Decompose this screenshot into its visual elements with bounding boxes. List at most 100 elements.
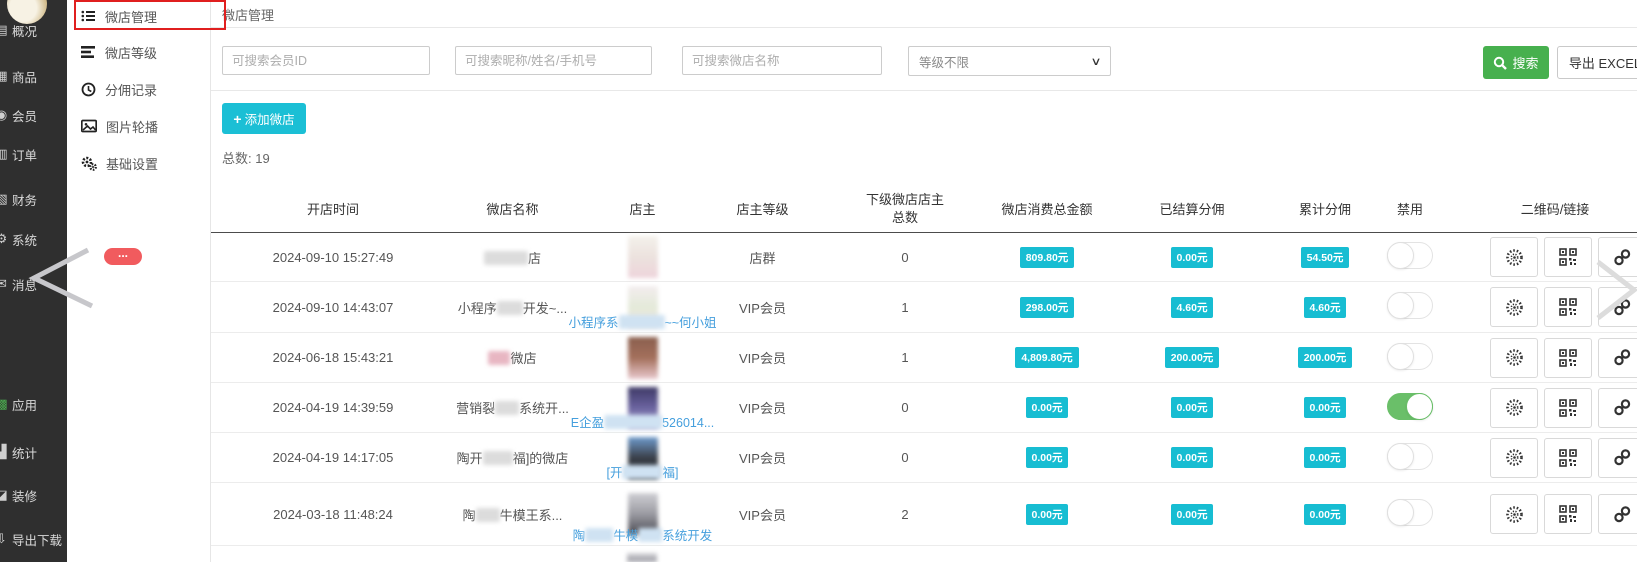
cumulative-commission-cell: 0.00元 [1290,447,1360,468]
disable-toggle[interactable] [1387,393,1433,420]
add-shop-button[interactable]: +添加微店 [222,103,306,134]
disable-toggle[interactable] [1387,242,1433,269]
disable-toggle[interactable] [1387,343,1433,370]
table-row: 2024-03-18 11:48:24陶牛模王系...陶牛模系统开发VIP会员2… [211,483,1637,546]
sidebar-item-label: 导出下载 [12,530,62,549]
text-fragment: 系统开... [519,401,569,416]
miniprogram-code-button[interactable] [1490,287,1538,327]
text-fragment: 小程序系 [568,316,618,330]
disable-toggle[interactable] [1387,499,1433,526]
qrcode-button[interactable] [1544,237,1592,277]
sidebar-item-message[interactable]: ✉消息 [0,274,67,294]
open-time: 2024-09-10 14:43:07 [211,300,455,315]
sidebar-item-decorate[interactable]: ◪装修 [0,485,67,505]
cumulative-commission-badge: 54.50元 [1301,247,1350,268]
column-header: 下级微店店主总数 [810,191,1000,226]
owner-cell: [开福] [570,433,715,482]
search-nickname-input[interactable] [455,46,652,75]
miniprogram-code-button[interactable] [1490,388,1538,428]
settled-commission-cell: 0.00元 [1094,504,1290,525]
link-button[interactable] [1598,494,1637,534]
text-fragment: 福] [663,466,679,480]
cumulative-commission-badge: 200.00元 [1298,347,1353,368]
miniprogram-code-icon [1505,248,1524,267]
consumption-total-badge: 0.00元 [1026,447,1069,468]
text-fragment: 牛模 [613,529,638,543]
qrcode-icon [1559,349,1577,367]
qrcode-button[interactable] [1544,287,1592,327]
open-time: 2024-06-18 15:43:21 [211,350,455,365]
table-row: 2024-04-19 14:17:05陶开福]的微店[开福]VIP会员00.00… [211,433,1637,483]
owner-cell: E企盈526014... [570,383,715,432]
sidebar-item-apps[interactable]: ▩应用 [0,394,67,414]
sidebar-item-goods[interactable]: ▦商品 [0,66,67,86]
shop-name: 微店 [455,348,570,367]
table-row: 2024-09-10 14:43:07小程序开发~...小程序系~~何小姐VIP… [211,282,1637,333]
qrcode-button[interactable] [1544,338,1592,378]
disable-cell [1360,443,1460,473]
sidebar-item-label: 商品 [12,67,37,86]
divider [211,90,1637,91]
search-button[interactable]: 搜索 [1483,46,1549,79]
sidebar-item-label: 概况 [12,21,37,40]
submenu-item-label: 图片轮播 [106,117,158,136]
sidebar-item-finance[interactable]: ▧财务 [0,189,67,209]
search-icon [1493,56,1507,70]
submenu-item-clock[interactable]: 分佣记录 [81,75,157,103]
sidebar-item-download[interactable]: ⇩导出下载 [0,529,67,549]
sidebar-item-system[interactable]: ⚙系统 [0,229,67,249]
qrcode-button[interactable] [1544,494,1592,534]
qr-link-cell [1460,338,1637,378]
disable-cell [1360,499,1460,529]
submenu-item-gears[interactable]: 基础设置 [81,149,158,177]
miniprogram-code-button[interactable] [1490,438,1538,478]
link-button[interactable] [1598,438,1637,478]
disable-toggle[interactable] [1387,292,1433,319]
table-header-row: 开店时间微店名称店主店主等级下级微店店主总数微店消费总金额已结算分佣累计分佣禁用… [211,185,1637,233]
submenu-item-bars[interactable]: 微店等级 [81,38,157,66]
sidebar-item-label: 统计 [12,443,37,462]
consumption-total-badge: 0.00元 [1026,397,1069,418]
qr-link-cell [1460,287,1637,327]
link-button[interactable] [1598,388,1637,428]
miniprogram-code-icon [1505,505,1524,524]
settled-commission-cell: 200.00元 [1094,347,1290,368]
members-icon: ◉ [0,107,9,123]
miniprogram-code-button[interactable] [1490,338,1538,378]
sidebar-item-orders[interactable]: ▥订单 [0,144,67,164]
sub-shop-count: 1 [810,300,1000,315]
owner-link[interactable]: 陶牛模系统开发 [573,525,713,544]
shop-name: 小程序开发~... [455,298,570,317]
qr-link-cell [1460,388,1637,428]
level-filter-select[interactable]: 等级不限 ∨ [908,46,1111,76]
shop-name: 陶牛模王系... [455,505,570,524]
link-button[interactable] [1598,338,1637,378]
link-button[interactable] [1598,287,1637,327]
qrcode-button[interactable] [1544,388,1592,428]
miniprogram-code-button[interactable] [1490,494,1538,534]
miniprogram-code-button[interactable] [1490,237,1538,277]
row-actions [1460,237,1637,277]
image-icon [81,119,97,133]
submenu-item-image[interactable]: 图片轮播 [81,112,158,140]
search-member-id-input[interactable] [222,46,430,75]
toggle-knob [1387,242,1414,269]
sidebar-item-members[interactable]: ◉会员 [0,105,67,125]
shop-name: 陶开福]的微店 [455,448,570,467]
owner-link[interactable]: E企盈526014... [571,412,714,431]
search-shop-name-input[interactable] [682,46,882,75]
qrcode-button[interactable] [1544,438,1592,478]
owner-link[interactable]: 小程序系~~何小姐 [568,312,716,331]
sidebar-item-stats[interactable]: ▟统计 [0,442,67,462]
consumption-total-badge: 298.00元 [1020,297,1075,318]
owner-link[interactable]: [开福] [607,462,679,481]
cumulative-commission-cell: 4.60元 [1290,297,1360,318]
link-button[interactable] [1598,237,1637,277]
submenu-item-shop-manage[interactable]: 微店管理 [81,2,157,30]
export-excel-button[interactable]: 导出 EXCEL [1557,46,1637,79]
link-icon [1613,248,1632,267]
settled-commission-cell: 0.00元 [1094,447,1290,468]
disable-toggle[interactable] [1387,443,1433,470]
sidebar-item-overview[interactable]: ▤概况 [0,20,67,40]
consumption-total-cell: 0.00元 [1000,504,1094,525]
